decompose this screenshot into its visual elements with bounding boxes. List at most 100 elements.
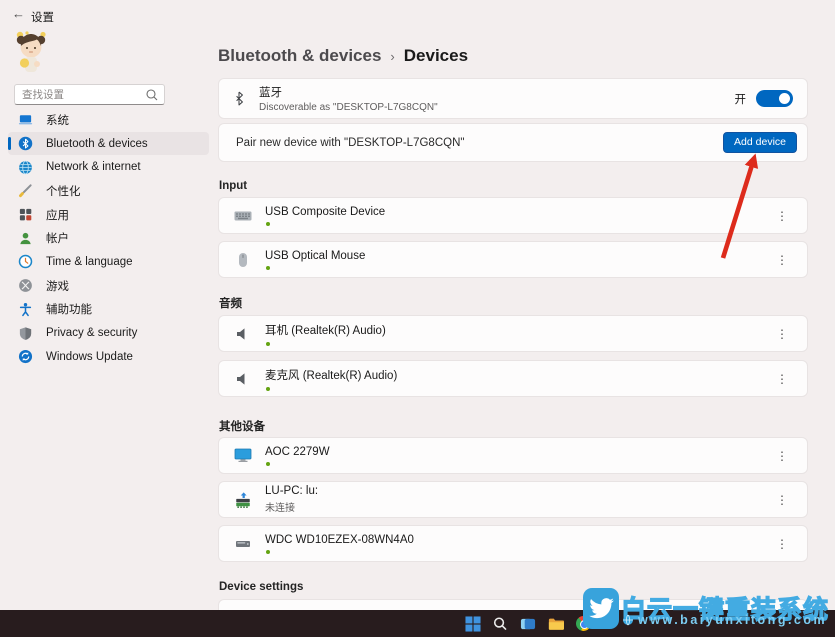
- bluetooth-toggle-card: 蓝牙 Discoverable as "DESKTOP-L7G8CQN" 开: [218, 78, 808, 119]
- device-row-hard-drive[interactable]: WDC WD10EZEX-08WN4A0 ⋮: [218, 525, 808, 562]
- device-status-text: 未连接: [265, 499, 318, 514]
- sidebar-item-bluetooth-devices[interactable]: Bluetooth & devices: [8, 132, 209, 156]
- sidebar-item-label: 帐户: [46, 230, 69, 246]
- sidebar-nav: 系统 Bluetooth & devices Network & interne…: [8, 108, 209, 369]
- device-row-microphone[interactable]: 麦克风 (Realtek(R) Audio) ⋮: [218, 360, 808, 397]
- network-pc-icon: [234, 491, 252, 509]
- device-name: USB Optical Mouse: [265, 250, 365, 262]
- device-row-usb-mouse[interactable]: USB Optical Mouse ⋮: [218, 241, 808, 278]
- pair-device-card: Pair new device with "DESKTOP-L7G8CQN" A…: [218, 123, 808, 162]
- sidebar-item-time-language[interactable]: Time & language: [8, 250, 209, 274]
- avatar[interactable]: [13, 30, 49, 75]
- breadcrumb-separator-icon: ›: [390, 49, 394, 64]
- section-title-input: Input: [219, 180, 247, 192]
- section-title-audio: 音频: [219, 295, 242, 311]
- taskbar-search-icon[interactable]: [491, 615, 508, 632]
- bluetooth-icon: [17, 136, 33, 152]
- sidebar-item-network-internet[interactable]: Network & internet: [8, 155, 209, 179]
- sidebar-item-label: 游戏: [46, 278, 69, 294]
- apps-grid-icon: [17, 207, 33, 223]
- sidebar-item-personalization[interactable]: 个性化: [8, 179, 209, 203]
- more-options-button[interactable]: ⋮: [770, 447, 794, 465]
- bluetooth-name: 蓝牙: [259, 84, 438, 100]
- sidebar-item-label: 系统: [46, 112, 69, 128]
- start-button[interactable]: [464, 615, 481, 632]
- more-options-button[interactable]: ⋮: [770, 207, 794, 225]
- globe-icon: [17, 159, 33, 175]
- watermark-logo: [583, 588, 619, 629]
- sidebar-item-label: Network & internet: [46, 161, 141, 173]
- keyboard-icon: [234, 210, 252, 222]
- system-icon: [17, 112, 33, 128]
- device-row-headphones[interactable]: 耳机 (Realtek(R) Audio) ⋮: [218, 315, 808, 352]
- section-title-other-devices: 其他设备: [219, 418, 265, 434]
- sidebar-item-system[interactable]: 系统: [8, 108, 209, 132]
- add-device-button[interactable]: Add device: [723, 132, 797, 153]
- file-explorer-icon[interactable]: [547, 615, 564, 632]
- device-row-network-pc[interactable]: LU-PC: lu: 未连接 ⋮: [218, 481, 808, 518]
- shield-icon: [17, 325, 33, 341]
- sidebar-item-windows-update[interactable]: Windows Update: [8, 345, 209, 369]
- settings-window: ← 设置 系统: [0, 0, 835, 637]
- twitter-bird-icon: [588, 595, 615, 622]
- avatar-cartoon: [13, 30, 49, 75]
- sidebar-item-privacy-security[interactable]: Privacy & security: [8, 321, 209, 345]
- window-title: 设置: [31, 9, 54, 25]
- device-name: LU-PC: lu:: [265, 485, 318, 497]
- mouse-icon: [234, 252, 252, 268]
- sidebar-item-label: Privacy & security: [46, 327, 137, 339]
- search-input[interactable]: [15, 86, 164, 105]
- status-dot-connected: [266, 387, 270, 391]
- sidebar-item-label: 辅助功能: [46, 301, 92, 317]
- bluetooth-rune-icon: [233, 90, 245, 107]
- device-row-usb-composite[interactable]: USB Composite Device ⋮: [218, 197, 808, 234]
- breadcrumb: Bluetooth & devices › Devices: [218, 46, 468, 66]
- xbox-icon: [17, 278, 33, 294]
- settings-search: [14, 84, 165, 105]
- pair-device-label: Pair new device with "DESKTOP-L7G8CQN": [236, 137, 464, 149]
- more-options-button[interactable]: ⋮: [770, 325, 794, 343]
- device-name: 麦克风 (Realtek(R) Audio): [265, 367, 397, 383]
- sidebar-item-accessibility[interactable]: 辅助功能: [8, 298, 209, 322]
- sidebar-item-label: Time & language: [46, 256, 133, 268]
- sidebar-item-gaming[interactable]: 游戏: [8, 274, 209, 298]
- status-dot-connected: [266, 342, 270, 346]
- page-title: Devices: [404, 46, 468, 66]
- person-icon: [17, 230, 33, 246]
- sidebar-item-label: 个性化: [46, 183, 81, 199]
- device-name: AOC 2279W: [265, 446, 330, 458]
- more-options-button[interactable]: ⋮: [770, 370, 794, 388]
- status-dot-connected: [266, 550, 270, 554]
- bluetooth-description: Discoverable as "DESKTOP-L7G8CQN": [259, 102, 438, 113]
- breadcrumb-parent[interactable]: Bluetooth & devices: [218, 46, 381, 66]
- update-icon: [17, 349, 33, 365]
- more-options-button[interactable]: ⋮: [770, 491, 794, 509]
- back-button[interactable]: ←: [12, 6, 25, 21]
- watermark-url: www.baiyunxitong.com: [622, 613, 827, 627]
- search-icon[interactable]: [145, 88, 159, 102]
- status-dot-connected: [266, 462, 270, 466]
- speaker-icon: [234, 372, 252, 386]
- bluetooth-toggle[interactable]: [756, 90, 793, 107]
- speaker-icon: [234, 327, 252, 341]
- brush-icon: [17, 183, 33, 199]
- hard-drive-icon: [234, 538, 252, 550]
- device-name: USB Composite Device: [265, 206, 385, 218]
- sidebar-item-label: Bluetooth & devices: [46, 138, 148, 150]
- accessibility-person-icon: [17, 301, 33, 317]
- sidebar-item-apps[interactable]: 应用: [8, 203, 209, 227]
- more-options-button[interactable]: ⋮: [770, 251, 794, 269]
- device-row-monitor[interactable]: AOC 2279W ⋮: [218, 437, 808, 474]
- toggle-state-label: 开: [735, 91, 747, 107]
- watermark-url-text: www.baiyunxitong.com: [638, 613, 827, 627]
- device-name: WDC WD10EZEX-08WN4A0: [265, 534, 414, 546]
- sidebar-item-accounts[interactable]: 帐户: [8, 226, 209, 250]
- sidebar-item-label: Windows Update: [46, 351, 133, 363]
- device-name: 耳机 (Realtek(R) Audio): [265, 322, 386, 338]
- globe-icon: [622, 614, 634, 626]
- status-dot-connected: [266, 266, 270, 270]
- task-view-icon[interactable]: [519, 615, 536, 632]
- more-options-button[interactable]: ⋮: [770, 535, 794, 553]
- status-dot-connected: [266, 222, 270, 226]
- monitor-icon: [234, 448, 252, 463]
